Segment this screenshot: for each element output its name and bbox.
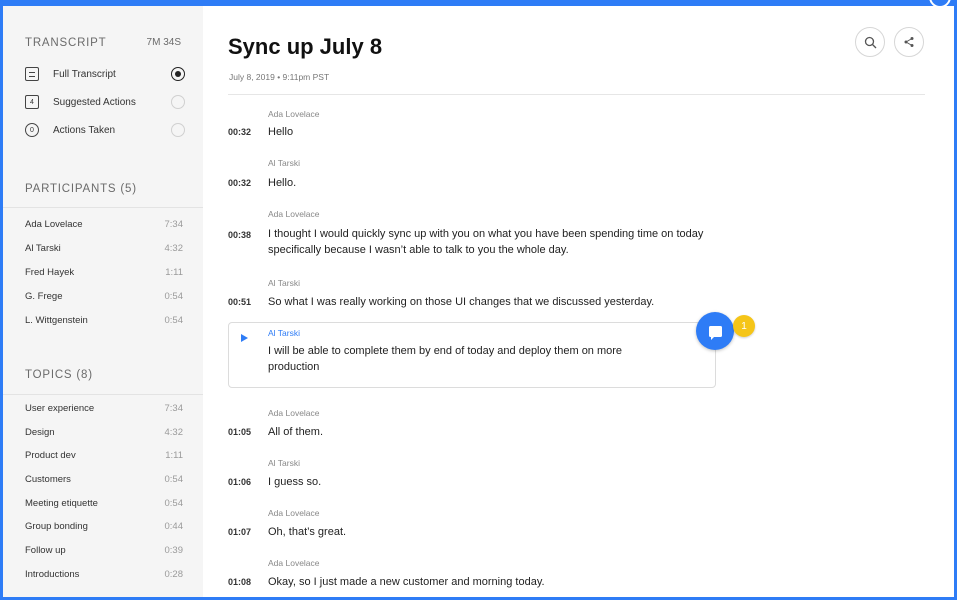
topic-row[interactable]: Design 4:32 [25,424,183,440]
participant-name: Ada Lovelace [25,218,83,230]
speaker-name: Ada Lovelace [268,209,320,219]
topic-row[interactable]: Product dev 1:11 [25,447,183,463]
speaker-name: Ada Lovelace [268,408,320,418]
full-transcript-radio[interactable] [171,67,185,81]
participant-time: 7:34 [164,218,184,230]
participant-row[interactable]: Fred Hayek 1:11 [25,264,183,280]
full-transcript-option[interactable]: Full Transcript [25,65,185,83]
topic-row[interactable]: User experience 7:34 [25,400,183,416]
comment-icon [708,325,722,340]
speaker-name: Ada Lovelace [268,508,320,518]
participant-row[interactable]: Ada Lovelace 7:34 [25,216,183,232]
utterance-text: I thought I would quickly sync up with y… [268,228,704,256]
highlighted-utterance[interactable]: Al Tarski I will be able to complete the… [228,322,716,388]
sidebar: TRANSCRIPT 7M 34S Full Transcript 4 Sugg… [3,6,203,597]
timestamp[interactable]: 01:06 [228,477,251,487]
share-icon [904,37,914,47]
utterance-text: Oh, that’s great. [268,526,347,538]
topic-name: Group bonding [25,520,88,532]
divider [3,207,203,208]
speaker-name: Al Tarski [268,328,300,338]
utterance-text: All of them. [268,426,324,438]
transcript-duration: 7M 34S [146,37,181,48]
participant-row[interactable]: Al Tarski 4:32 [25,240,183,256]
topic-time: 0:44 [164,520,184,532]
circle-count-icon: 0 [25,123,39,137]
topic-name: User experience [25,402,95,414]
utterance-text: So what I was really working on those UI… [268,296,655,308]
play-icon[interactable] [241,334,248,342]
topic-name: Introductions [25,568,80,580]
topic-row[interactable]: Group bonding 0:44 [25,518,183,534]
participant-time: 4:32 [164,242,184,254]
actions-taken-option[interactable]: 0 Actions Taken [25,121,185,139]
participant-time: 1:11 [165,266,183,278]
timestamp[interactable]: 00:38 [228,230,251,240]
topic-time: 0:28 [164,568,184,580]
utterance-text: I will be able to complete them by end o… [268,345,623,373]
topic-time: 0:54 [164,497,184,509]
topic-time: 0:39 [164,544,184,556]
topic-name: Follow up [25,544,66,556]
participant-name: Al Tarski [25,242,61,254]
topic-time: 1:11 [165,449,183,461]
share-button[interactable] [894,27,924,57]
document-icon [25,67,39,81]
search-icon [864,36,876,48]
timestamp[interactable]: 01:05 [228,427,251,437]
topic-name: Customers [25,473,71,485]
topic-time: 0:54 [164,473,184,485]
search-button[interactable] [855,27,885,57]
transcript-pane: Sync up July 8 July 8, 2019 • 9:11pm PST… [203,6,954,597]
suggested-actions-option[interactable]: 4 Suggested Actions [25,93,185,111]
topic-name: Design [25,426,55,438]
participants-heading: PARTICIPANTS (5) [25,183,137,195]
timestamp[interactable]: 00:51 [228,297,251,307]
participant-name: L. Wittgenstein [25,314,88,326]
actions-taken-label: Actions Taken [53,124,116,136]
participant-row[interactable]: L. Wittgenstein 0:54 [25,312,183,328]
topic-time: 7:34 [164,402,184,414]
topic-time: 4:32 [164,426,184,438]
transcript-heading: TRANSCRIPT [25,37,107,49]
speaker-name: Ada Lovelace [268,109,320,119]
utterance-text: I guess so. [268,476,322,488]
timestamp[interactable]: 01:08 [228,577,251,587]
comment-button[interactable] [696,312,734,350]
topic-row[interactable]: Introductions 0:28 [25,566,183,582]
header-divider [228,94,925,95]
topic-name: Meeting etiquette [25,497,98,509]
topic-row[interactable]: Meeting etiquette 0:54 [25,495,183,511]
speaker-name: Al Tarski [268,458,300,468]
suggested-actions-radio[interactable] [171,95,185,109]
timestamp[interactable]: 01:07 [228,527,251,537]
suggested-actions-label: Suggested Actions [53,96,136,108]
page-title: Sync up July 8 [228,34,383,59]
participant-time: 0:54 [164,290,184,302]
speaker-name: Ada Lovelace [268,558,320,568]
participant-time: 0:54 [164,314,184,326]
topic-row[interactable]: Customers 0:54 [25,471,183,487]
utterance-text: Hello. [268,177,297,189]
full-transcript-label: Full Transcript [53,68,116,80]
participant-row[interactable]: G. Frege 0:54 [25,288,183,304]
timestamp[interactable]: 00:32 [228,127,251,137]
speaker-name: Al Tarski [268,158,300,168]
meeting-date: July 8, 2019 • 9:11pm PST [229,72,330,82]
topic-row[interactable]: Follow up 0:39 [25,542,183,558]
utterance-text: Okay, so I just made a new customer and … [268,576,545,588]
speaker-name: Al Tarski [268,278,300,288]
utterance-text: Hello [268,126,294,138]
participant-name: Fred Hayek [25,266,75,278]
topic-name: Product dev [25,449,76,461]
actions-taken-radio[interactable] [171,123,185,137]
participant-name: G. Frege [25,290,63,302]
comment-count-badge: 1 [733,315,755,337]
timestamp[interactable]: 00:32 [228,178,251,188]
divider [3,394,203,395]
comment-count-icon: 4 [25,95,39,109]
topics-heading: TOPICS (8) [25,369,93,381]
